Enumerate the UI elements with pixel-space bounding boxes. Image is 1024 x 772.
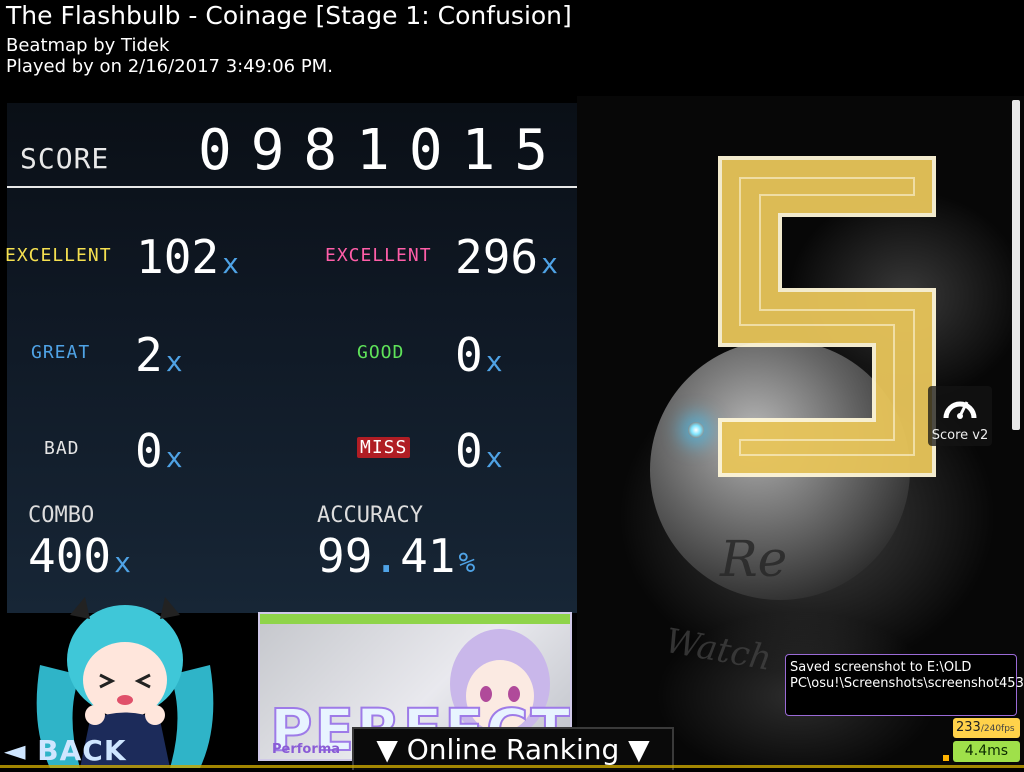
perfect-subtext: Performa [272,742,341,757]
mod-scorev2: Score v2 [928,386,992,446]
fps-counter: 233/240fps [953,718,1020,738]
rank-grade [712,140,942,485]
excellent-left-count: 102 x [136,230,239,284]
rank-letter-s [718,156,936,477]
coin-engraving: Re [720,530,788,588]
combo-label: COMBO [28,503,95,528]
beatmap-creator: Beatmap by Tidek [6,35,170,56]
score-value: 0981015 [198,118,568,183]
latency-indicator [943,755,949,761]
bad-count: 0x [135,424,183,478]
excellent-right-label: EXCELLENT [325,245,432,266]
song-title: The Flashbulb - Coinage [Stage 1: Confus… [6,1,572,30]
accuracy-label: ACCURACY [317,503,423,528]
miss-label: MISS [357,437,411,458]
frame-latency: 4.4ms [953,741,1020,762]
miss-count: 0x [455,424,503,478]
excellent-right-count: 296 x [455,230,558,284]
played-info: Played by on 2/16/2017 3:49:06 PM. [6,56,333,77]
online-ranking-button[interactable]: ▼ Online Ranking ▼ [352,727,674,770]
back-button[interactable]: ◄ BACK [4,734,127,767]
gauge-icon [943,401,977,419]
good-label: GOOD [357,342,405,363]
combo-value: 400 x [28,529,131,583]
banner-top-stripe [260,614,570,624]
excellent-left-label: EXCELLENT [5,245,112,266]
miss-badge: MISS [357,437,411,458]
scroll-bar[interactable] [1012,100,1020,430]
screenshot-notification[interactable]: Saved screenshot to E:\OLD PC\osu!\Scree… [785,654,1024,716]
score-label: SCORE [20,142,110,175]
accuracy-value: 99.41% [317,529,476,583]
good-count: 0x [455,328,503,382]
cursor-glow [688,422,704,438]
great-count: 2x [135,328,183,382]
score-divider [7,186,577,188]
bad-label: BAD [44,438,80,459]
mod-label: Score v2 [931,428,989,443]
great-label: GREAT [31,342,91,363]
